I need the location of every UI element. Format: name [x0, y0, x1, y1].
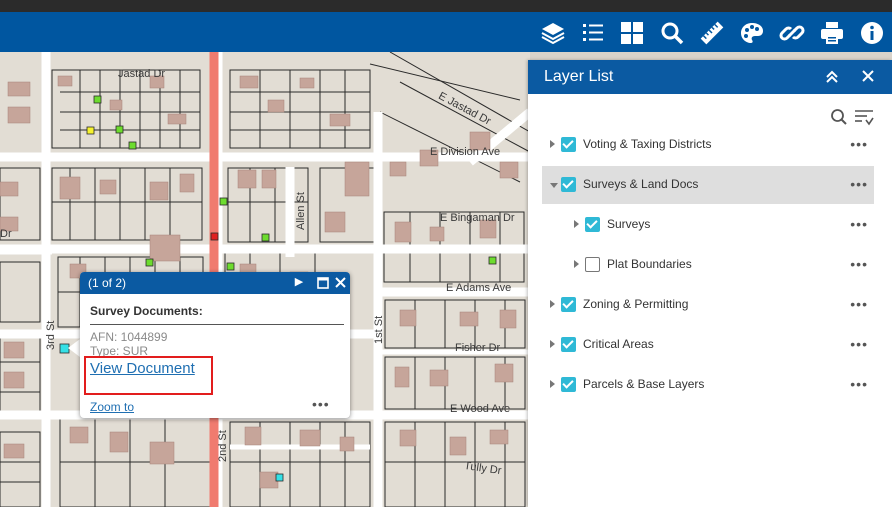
- afn-field: AFN: 1044899: [90, 330, 168, 344]
- street-label: 1st St: [373, 315, 385, 344]
- caret-right-icon[interactable]: [550, 300, 555, 308]
- popup-counter: (1 of 2): [88, 276, 127, 290]
- layer-checkbox[interactable]: [561, 377, 576, 392]
- street-label: 2nd St: [217, 430, 229, 462]
- street-label: E Wood Ave: [450, 403, 511, 415]
- layer-checkbox[interactable]: [561, 137, 576, 152]
- street-label: Dr: [0, 228, 12, 240]
- street-label: Allen St: [295, 192, 307, 230]
- layer-checkbox[interactable]: [561, 177, 576, 192]
- grid-icon[interactable]: [615, 16, 649, 50]
- layer-more-button[interactable]: •••: [850, 296, 868, 312]
- layer-row[interactable]: Voting & Taxing Districts •••: [542, 126, 874, 164]
- layer-row[interactable]: Parcels & Base Layers •••: [542, 366, 874, 404]
- collapse-icon[interactable]: [825, 67, 839, 89]
- close-icon[interactable]: [333, 275, 347, 291]
- caret-right-icon[interactable]: [550, 140, 555, 148]
- caret-right-icon[interactable]: [550, 340, 555, 348]
- annotation-highlight-box: [84, 356, 213, 395]
- layer-more-button[interactable]: •••: [850, 256, 868, 272]
- street-label: Fisher Dr: [455, 342, 501, 354]
- layer-label: Critical Areas: [583, 337, 654, 351]
- layer-more-button[interactable]: •••: [850, 176, 868, 192]
- caret-down-icon[interactable]: [550, 183, 558, 188]
- feature-popup: (1 of 2) ▶ Survey Documents: AFN: 104489…: [80, 272, 350, 418]
- next-feature-icon[interactable]: ▶: [292, 275, 306, 291]
- street-label: E Bingaman Dr: [440, 212, 515, 224]
- layers-icon[interactable]: [536, 16, 570, 50]
- layer-label: Surveys & Land Docs: [583, 177, 699, 191]
- browser-tab-strip: [0, 0, 892, 12]
- app-toolbar: [0, 12, 892, 52]
- caret-right-icon[interactable]: [574, 220, 579, 228]
- panel-title: Layer List: [544, 68, 614, 85]
- zoom-to-link[interactable]: Zoom to: [90, 400, 134, 414]
- layer-label: Surveys: [607, 217, 651, 231]
- caret-right-icon[interactable]: [550, 380, 555, 388]
- layer-more-button[interactable]: •••: [850, 336, 868, 352]
- popup-title: Survey Documents:: [90, 304, 203, 318]
- layer-row[interactable]: Surveys & Land Docs •••: [542, 166, 874, 204]
- link-icon[interactable]: [775, 16, 809, 50]
- layer-more-button[interactable]: •••: [850, 216, 868, 232]
- popup-header: (1 of 2) ▶: [80, 272, 350, 294]
- print-icon[interactable]: [815, 16, 849, 50]
- popup-divider: [90, 324, 344, 325]
- close-icon[interactable]: [862, 67, 874, 87]
- street-label: 3rd St: [45, 320, 57, 350]
- layer-row[interactable]: Critical Areas •••: [542, 326, 874, 364]
- legend-icon[interactable]: [576, 16, 610, 50]
- layer-checkbox[interactable]: [561, 297, 576, 312]
- street-label: E Adams Ave: [446, 282, 512, 294]
- layer-more-button[interactable]: •••: [850, 136, 868, 152]
- layer-row[interactable]: Surveys •••: [542, 206, 874, 244]
- layer-list-panel: Layer List Voting & Taxing Districts ••• S…: [528, 60, 892, 507]
- info-icon[interactable]: [855, 16, 889, 50]
- caret-right-icon[interactable]: [574, 260, 579, 268]
- palette-icon[interactable]: [735, 16, 769, 50]
- layer-row[interactable]: Plat Boundaries •••: [542, 246, 874, 284]
- layer-more-button[interactable]: •••: [850, 376, 868, 392]
- maximize-icon[interactable]: [316, 275, 330, 291]
- street-label: E Division Ave: [430, 146, 501, 158]
- layer-checkbox[interactable]: [585, 217, 600, 232]
- popup-pointer: [68, 339, 80, 357]
- street-label: Jastad Dr: [118, 68, 166, 80]
- layer-checkbox[interactable]: [585, 257, 600, 272]
- measure-icon[interactable]: [695, 16, 729, 50]
- layer-row[interactable]: Zoning & Permitting •••: [542, 286, 874, 324]
- layer-label: Plat Boundaries: [607, 257, 692, 271]
- popup-more-button[interactable]: •••: [312, 396, 330, 412]
- search-icon[interactable]: [655, 16, 689, 50]
- layer-label: Zoning & Permitting: [583, 297, 689, 311]
- panel-header: Layer List: [528, 60, 892, 94]
- layer-label: Voting & Taxing Districts: [583, 137, 712, 151]
- layer-label: Parcels & Base Layers: [583, 377, 705, 391]
- layer-checkbox[interactable]: [561, 337, 576, 352]
